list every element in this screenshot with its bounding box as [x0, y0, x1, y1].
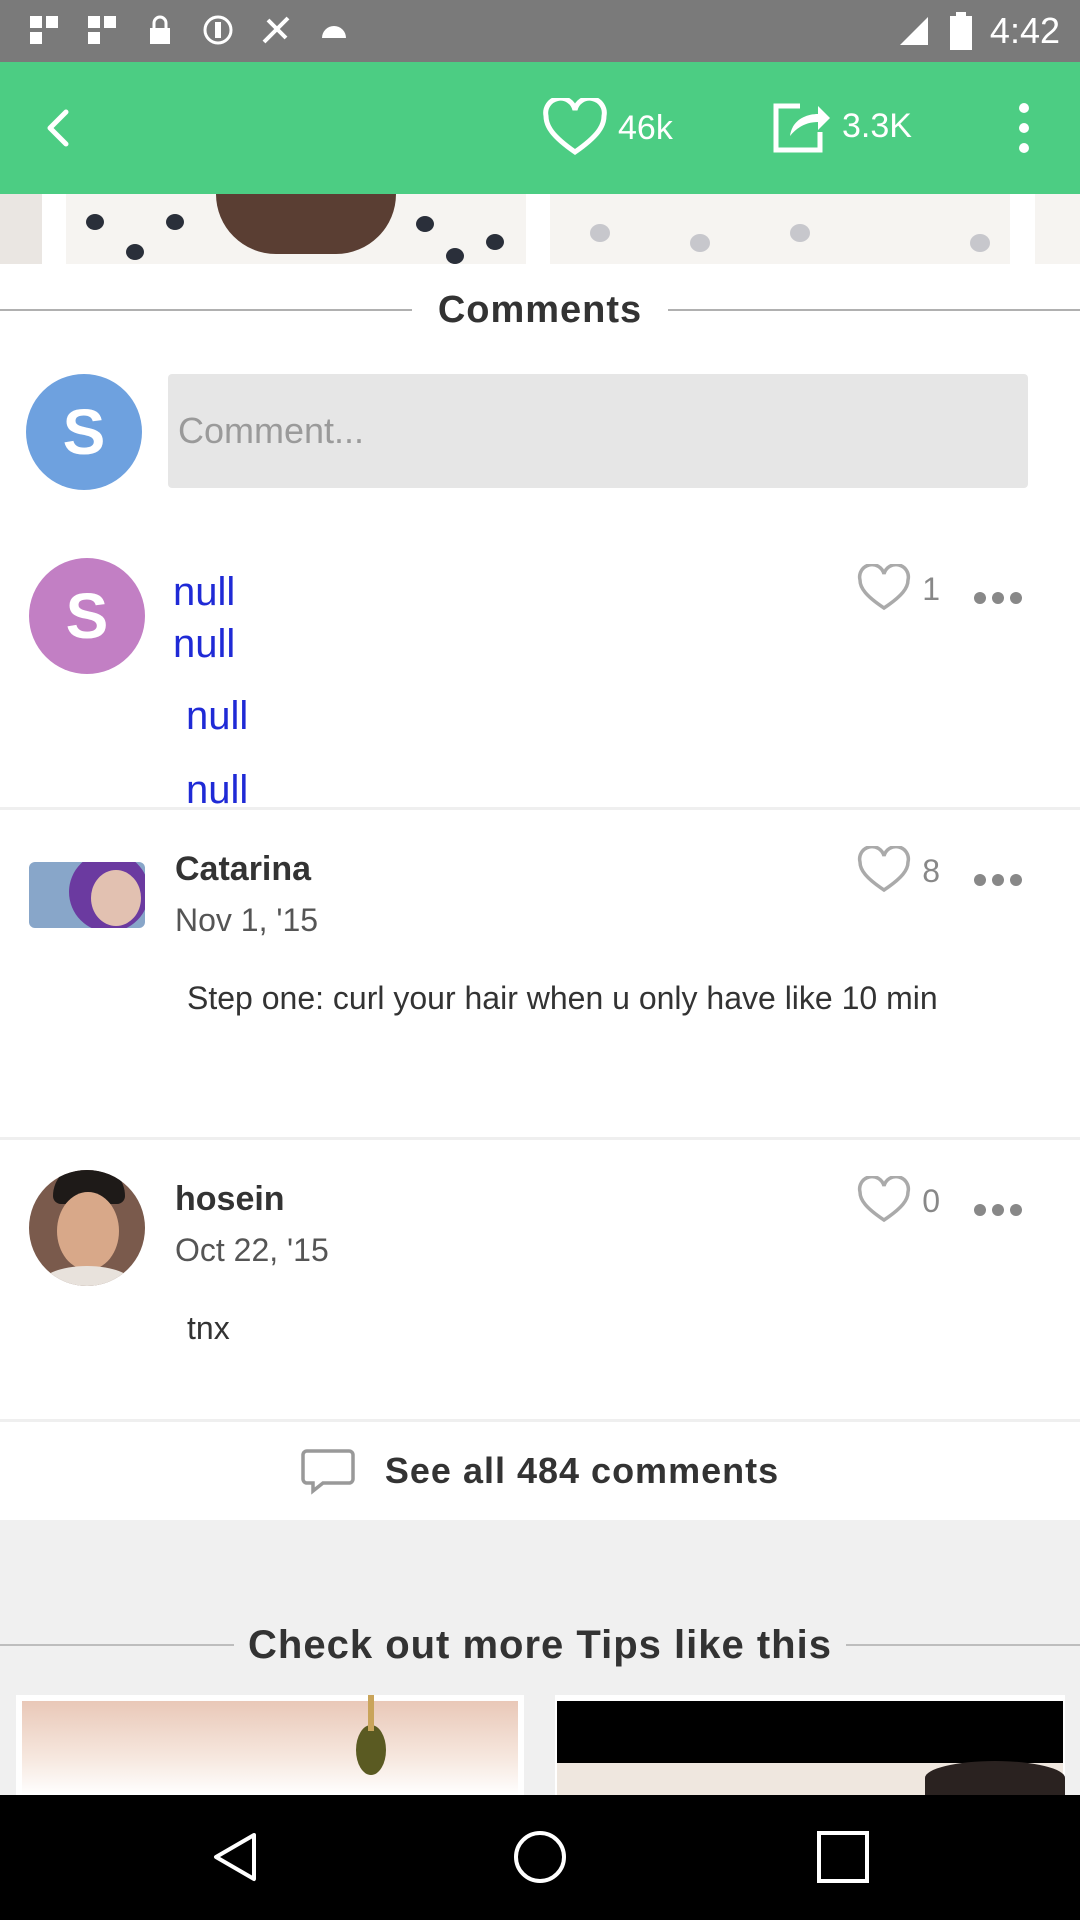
see-all-comments-label: See all 484 comments — [384, 1450, 780, 1491]
share-button[interactable]: 3.3K — [770, 98, 912, 154]
comment-item: hosein Oct 22, '15 tnx 0 — [0, 1140, 1080, 1422]
comment-date: Nov 1, '15 — [175, 902, 319, 938]
comment-date: null — [173, 622, 236, 666]
user-avatar-initial: S — [62, 396, 106, 468]
comment-options-icon[interactable] — [972, 1200, 1024, 1220]
app-notification-icon — [30, 16, 58, 44]
like-button[interactable]: 46k — [542, 98, 673, 158]
comment-text: null — [186, 768, 249, 810]
commenter-name[interactable]: Catarina — [175, 850, 311, 889]
tip-thumbnail[interactable] — [16, 1695, 524, 1795]
comments-title: Comments — [437, 288, 643, 331]
comment-like-button[interactable]: 1 — [856, 564, 940, 614]
commenter-name[interactable]: null — [173, 570, 235, 615]
android-icon — [322, 26, 346, 38]
comment-text: Step one: curl your hair when u only hav… — [187, 980, 938, 1016]
battery-icon — [949, 12, 972, 50]
heart-icon — [543, 98, 607, 156]
nav-recents-icon[interactable] — [815, 1829, 871, 1885]
app-notification-icon — [88, 16, 116, 44]
nav-home-icon[interactable] — [510, 1827, 570, 1887]
back-arrow-icon[interactable] — [30, 98, 90, 158]
more-tips-section: Check out more Tips like this — [0, 1520, 1080, 1795]
comment-like-button[interactable]: 8 — [856, 846, 940, 896]
share-count: 3.3K — [842, 106, 912, 145]
signal-icon — [899, 17, 928, 45]
status-bar: 4:42 — [0, 0, 1080, 62]
nav-back-icon[interactable] — [206, 1827, 266, 1887]
tip-image-strip — [0, 194, 1080, 264]
fake-gps-icon — [262, 16, 290, 44]
heart-outline-icon — [858, 1176, 911, 1223]
comment-item: Catarina Nov 1, '15 Step one: curl your … — [0, 810, 1080, 1140]
comment-text: null — [186, 694, 249, 738]
commenter-avatar[interactable] — [29, 862, 145, 928]
block-icon — [203, 15, 233, 45]
comment-like-count: 0 — [922, 1182, 940, 1219]
divider — [0, 1644, 235, 1646]
more-tips-header: Check out more Tips like this — [0, 1600, 1080, 1690]
heart-outline-icon — [858, 846, 911, 893]
comment-options-icon[interactable] — [972, 870, 1024, 890]
status-right: 4:42 — [896, 10, 1060, 52]
divider — [0, 309, 412, 311]
notification-icons — [26, 12, 352, 48]
comment-text: tnx — [187, 1310, 230, 1346]
more-tips-title: Check out more Tips like this — [248, 1622, 832, 1667]
commenter-avatar[interactable]: S — [29, 558, 145, 674]
see-all-comments-button[interactable]: See all 484 comments — [0, 1422, 1080, 1520]
commenter-avatar[interactable] — [29, 1170, 145, 1286]
divider — [668, 309, 1080, 311]
app-bar: 46k 3.3K — [0, 62, 1080, 194]
commenter-name[interactable]: hosein — [175, 1180, 285, 1219]
tip-thumbnail[interactable] — [555, 1695, 1065, 1795]
comment-bubble-icon — [301, 1449, 355, 1495]
comment-like-button[interactable]: 0 — [856, 1176, 940, 1226]
system-nav-bar — [0, 1795, 1080, 1920]
comment-input[interactable] — [168, 374, 1028, 488]
status-time: 4:42 — [989, 10, 1060, 51]
comment-composer: S — [0, 370, 1080, 490]
comment-options-icon[interactable] — [972, 588, 1024, 608]
user-avatar: S — [26, 374, 142, 490]
comment-like-count: 1 — [922, 570, 940, 607]
comment-date: Oct 22, '15 — [175, 1232, 329, 1268]
like-count: 46k — [618, 108, 673, 147]
heart-outline-icon — [858, 564, 911, 611]
lock-icon — [150, 15, 170, 44]
share-icon — [773, 103, 830, 153]
commenter-avatar-initial: S — [65, 580, 109, 652]
comments-header: Comments — [0, 285, 1080, 335]
comment-like-count: 8 — [922, 852, 940, 889]
comment-item: S null null null null 1 — [0, 540, 1080, 810]
overflow-menu-icon[interactable] — [1004, 98, 1044, 158]
divider — [845, 1644, 1080, 1646]
